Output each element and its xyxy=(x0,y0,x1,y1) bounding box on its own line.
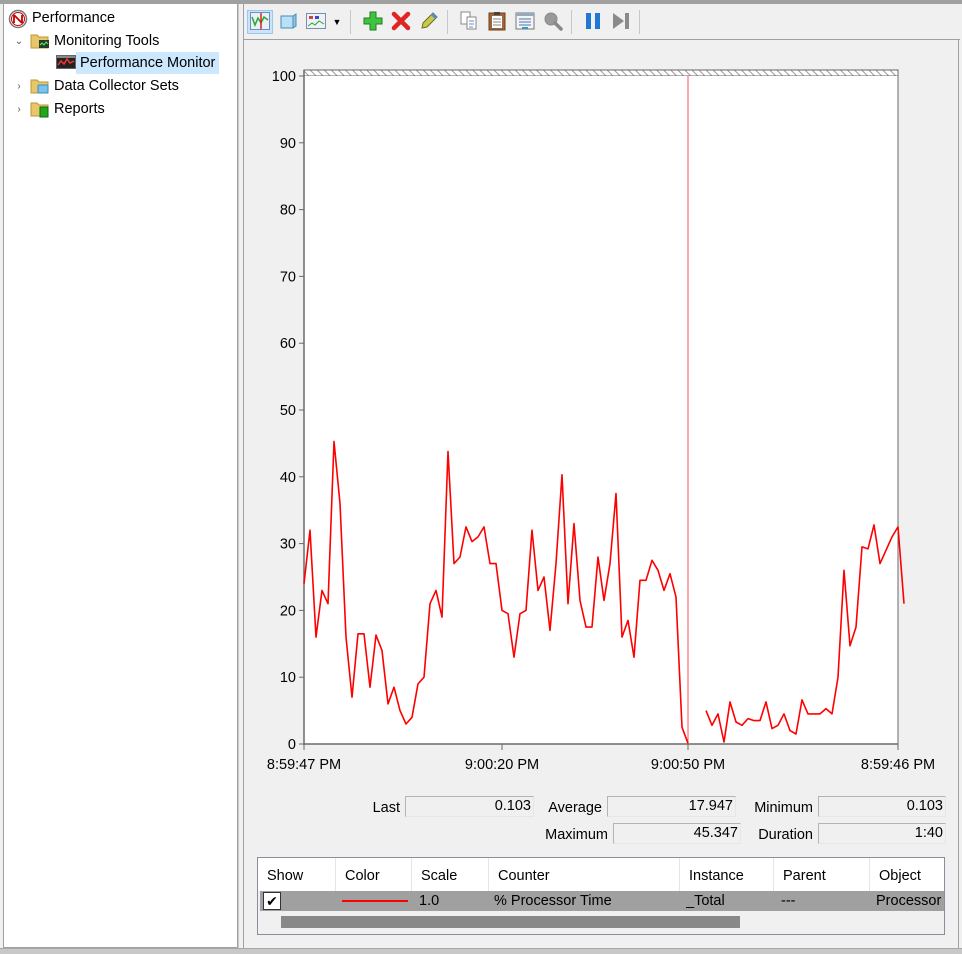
column-header-instance[interactable]: Instance xyxy=(680,858,774,891)
column-header-counter[interactable]: Counter xyxy=(489,858,680,891)
average-label: Average xyxy=(548,800,602,816)
minimum-value: 0.103 xyxy=(818,796,946,817)
column-header-scale[interactable]: Scale xyxy=(412,858,489,891)
plot-top-hatch xyxy=(303,69,899,77)
toolbar-separator xyxy=(447,10,448,34)
magnifier-icon xyxy=(543,11,563,34)
tree-item-monitoring-tools[interactable]: ⌄ Monitoring Tools xyxy=(12,30,163,52)
paste-counter-list-button[interactable] xyxy=(484,10,510,34)
tree-item-performance[interactable]: Performance xyxy=(8,7,119,29)
pause-icon xyxy=(583,11,603,34)
freeze-display-button[interactable] xyxy=(580,10,606,34)
column-header-object[interactable]: Object xyxy=(870,858,944,891)
scale-cell: 1.0 xyxy=(419,893,440,909)
line-graph-icon xyxy=(250,11,270,33)
folder-data-collector-icon xyxy=(30,77,50,95)
performance-gauge-icon xyxy=(8,9,28,29)
tree-item-label: Performance Monitor xyxy=(76,52,220,74)
plus-icon xyxy=(363,11,383,34)
tree-item-label: Monitoring Tools xyxy=(54,33,160,49)
add-counter-button[interactable] xyxy=(360,10,386,34)
y-tick-label: 50 xyxy=(280,403,296,419)
x-tick-label: 8:59:47 PM xyxy=(267,757,341,773)
column-header-parent[interactable]: Parent xyxy=(774,858,870,891)
maximum-label: Maximum xyxy=(545,827,608,843)
graph-type-dropdown[interactable]: ▼ xyxy=(330,10,344,34)
last-value: 0.103 xyxy=(405,796,534,817)
y-tick-label: 40 xyxy=(280,470,296,486)
column-header-show[interactable]: Show xyxy=(258,858,336,891)
toolbar-separator xyxy=(571,10,572,34)
navigation-tree[interactable]: Performance ⌄ Monitoring Tools Performan… xyxy=(3,4,238,948)
tree-item-data-collector-sets[interactable]: › Data Collector Sets xyxy=(12,75,183,97)
parent-cell: --- xyxy=(781,893,796,909)
view-log-data-button[interactable] xyxy=(275,10,301,34)
duration-value: 1:40 xyxy=(818,823,946,844)
color-swatch xyxy=(342,900,408,902)
zoom-button[interactable] xyxy=(540,10,566,34)
chevron-down-icon[interactable]: ⌄ xyxy=(12,36,26,47)
minimum-label: Minimum xyxy=(754,800,813,816)
update-data-button[interactable] xyxy=(608,10,634,34)
y-tick-label: 80 xyxy=(280,203,296,219)
y-tick-label: 30 xyxy=(280,537,296,553)
average-value: 17.947 xyxy=(607,796,736,817)
performance-monitor-icon xyxy=(56,54,76,72)
y-tick-label: 10 xyxy=(280,670,296,686)
legend-header: Show Color Scale Counter Instance Parent… xyxy=(258,858,944,891)
chevron-right-icon[interactable]: › xyxy=(12,104,26,115)
properties-icon xyxy=(515,11,535,34)
legend-row[interactable]: ✔ 1.0 % Processor Time _Total --- Proces… xyxy=(260,891,944,911)
toolbar-separator xyxy=(350,10,351,34)
duration-label: Duration xyxy=(758,827,813,843)
instance-cell: _Total xyxy=(686,893,725,909)
tree-item-label: Performance xyxy=(32,10,116,26)
y-tick-label: 20 xyxy=(280,603,296,619)
x-tick-label: 9:00:50 PM xyxy=(651,757,725,773)
delete-counter-button[interactable] xyxy=(388,10,414,34)
folder-reports-icon xyxy=(30,100,50,118)
counter-legend: Show Color Scale Counter Instance Parent… xyxy=(257,857,945,935)
y-tick-label: 60 xyxy=(280,336,296,352)
x-tick-label: 8:59:46 PM xyxy=(861,757,935,773)
copy-icon xyxy=(460,11,478,34)
counter-cell: % Processor Time xyxy=(494,893,612,909)
view-current-activity-button[interactable] xyxy=(247,10,273,34)
copy-properties-button[interactable] xyxy=(456,10,482,34)
x-tick-label: 9:00:20 PM xyxy=(465,757,539,773)
y-tick-label: 70 xyxy=(280,269,296,285)
maximum-value: 45.347 xyxy=(613,823,741,844)
show-checkbox[interactable]: ✔ xyxy=(263,892,281,910)
tree-item-label: Reports xyxy=(54,101,105,117)
tree-item-performance-monitor[interactable]: Performance Monitor xyxy=(56,52,220,74)
plot-area xyxy=(304,76,898,744)
y-tick-label: 100 xyxy=(272,69,296,85)
tree-item-reports[interactable]: › Reports xyxy=(12,98,109,120)
tree-item-label: Data Collector Sets xyxy=(54,78,179,94)
toolbar-separator xyxy=(639,10,640,34)
chevron-right-icon[interactable]: › xyxy=(12,81,26,92)
object-cell: Processor Information xyxy=(876,893,944,909)
caret-down-icon: ▼ xyxy=(332,17,342,27)
last-label: Last xyxy=(372,800,400,816)
column-header-color[interactable]: Color xyxy=(336,858,412,891)
cylinder-icon xyxy=(278,12,298,33)
toolbar: ▼ xyxy=(244,4,960,40)
graph-type-icon xyxy=(306,12,326,33)
horizontal-scrollbar-thumb[interactable] xyxy=(281,916,740,928)
y-tick-label: 90 xyxy=(280,136,296,152)
checkmark-icon: ✔ xyxy=(266,892,278,909)
properties-button[interactable] xyxy=(512,10,538,34)
window-frame-bottom xyxy=(0,948,962,954)
performance-monitor-pane: ▼ 0 10 20 30 40 50 60 70 80 90 100 8:59:… xyxy=(243,4,960,948)
highlight-button[interactable] xyxy=(416,10,442,34)
pencil-highlight-icon xyxy=(419,11,439,34)
performance-graph[interactable]: 0 10 20 30 40 50 60 70 80 90 100 8:59:47 PM 9:00:20 … xyxy=(244,40,960,785)
y-tick-label: 0 xyxy=(288,737,296,753)
step-forward-icon xyxy=(611,11,631,34)
change-graph-type-button[interactable] xyxy=(303,10,329,34)
clipboard-icon xyxy=(488,11,506,34)
folder-monitor-icon xyxy=(30,32,50,50)
x-icon xyxy=(391,11,411,34)
